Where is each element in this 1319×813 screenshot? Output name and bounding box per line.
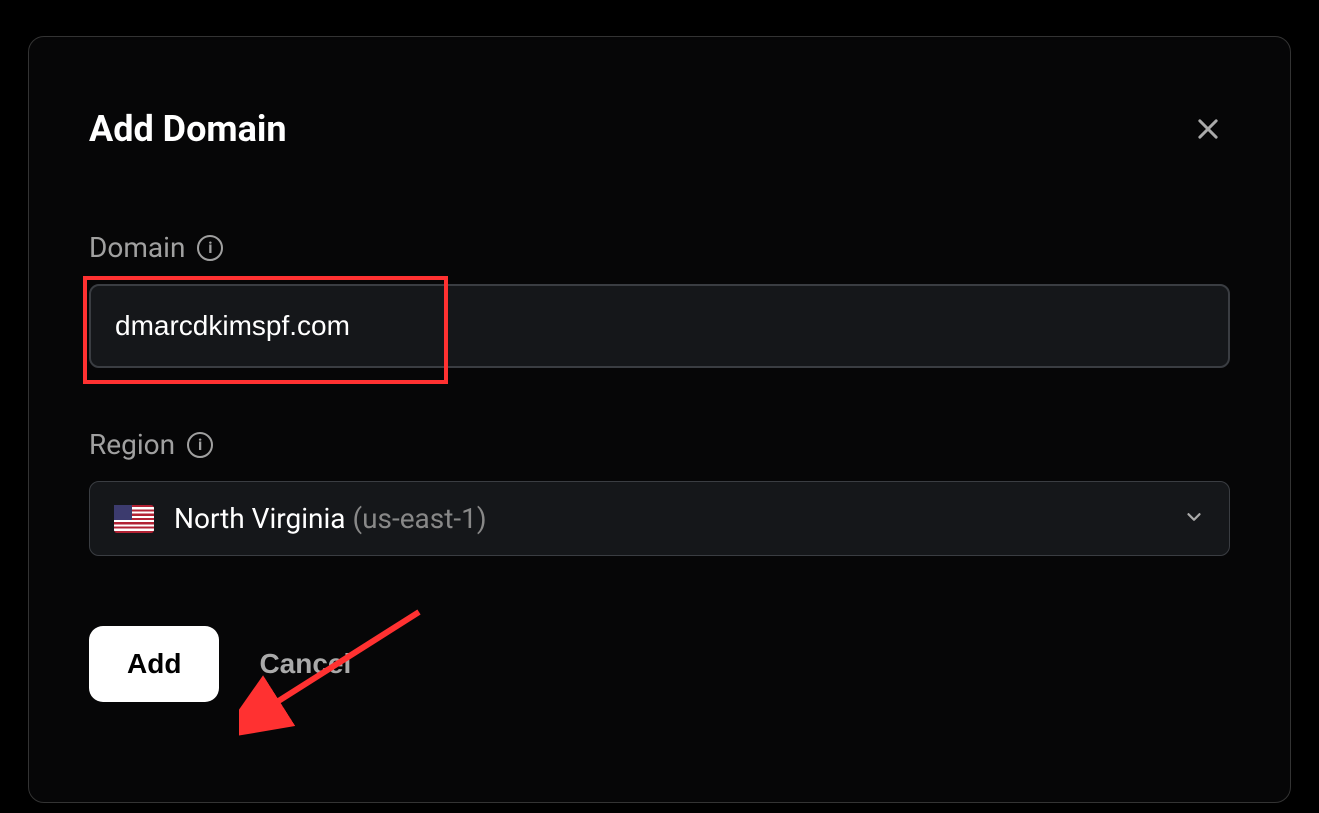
region-select[interactable]: North Virginia (us-east-1) (89, 481, 1230, 556)
domain-label-row: Domain i (89, 231, 1230, 264)
close-icon (1194, 115, 1222, 143)
us-flag-icon (114, 505, 154, 533)
modal-header: Add Domain (89, 107, 1230, 151)
domain-field-group: Domain i (89, 231, 1230, 368)
cancel-button[interactable]: Cancel (259, 648, 351, 680)
region-label-row: Region i (89, 428, 1230, 461)
modal-title: Add Domain (89, 108, 287, 150)
domain-label: Domain (89, 231, 185, 264)
action-buttons: Add Cancel (89, 626, 1230, 702)
domain-input[interactable] (89, 284, 1230, 368)
domain-input-wrapper (89, 284, 1230, 368)
region-label: Region (89, 428, 175, 461)
close-button[interactable] (1186, 107, 1230, 151)
chevron-down-icon (1183, 506, 1205, 532)
region-selected-text: North Virginia (us-east-1) (174, 502, 1163, 535)
region-code: (us-east-1) (353, 502, 487, 535)
add-button[interactable]: Add (89, 626, 219, 702)
region-name: North Virginia (174, 502, 346, 535)
add-domain-modal: Add Domain Domain i Region i North Virgi… (28, 36, 1291, 803)
region-field-group: Region i North Virginia (us-east-1) (89, 428, 1230, 556)
info-icon[interactable]: i (187, 432, 213, 458)
info-icon[interactable]: i (197, 235, 223, 261)
